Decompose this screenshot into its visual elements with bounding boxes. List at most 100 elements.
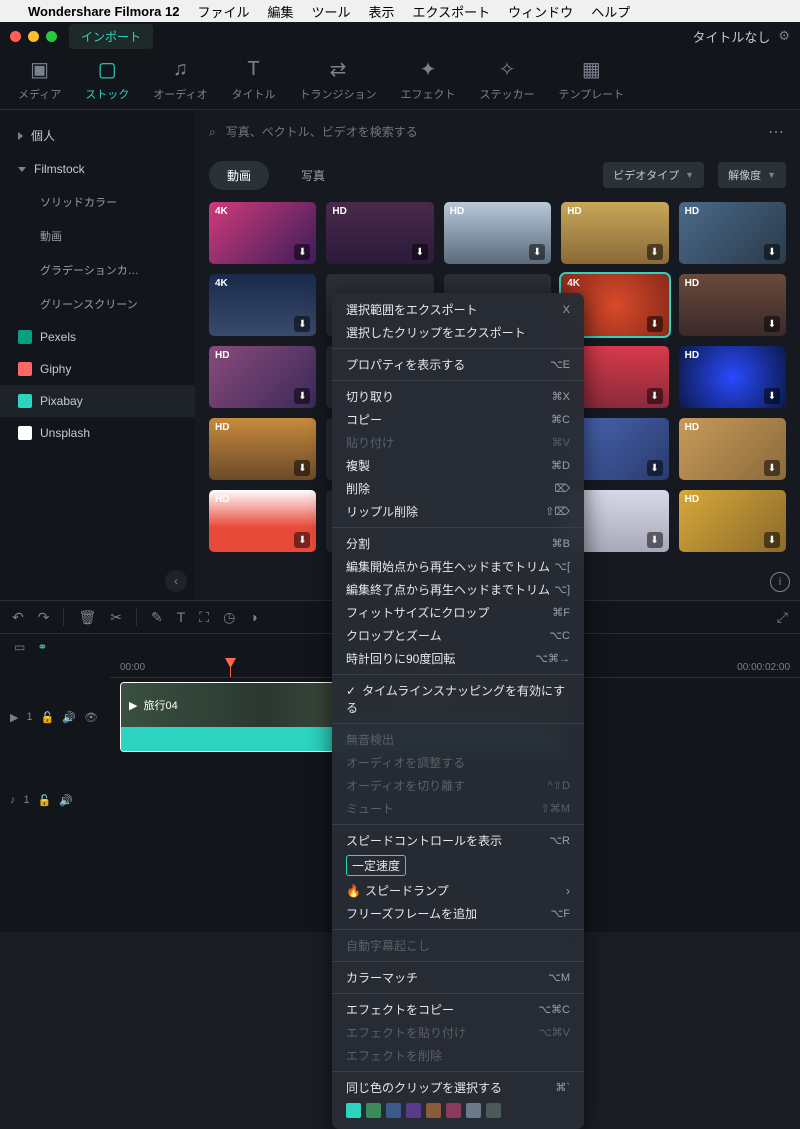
thumbnail[interactable]: HD⬇ xyxy=(679,418,786,480)
expand-icon[interactable]: ⤢ xyxy=(777,609,788,626)
video-type-dropdown[interactable]: ビデオタイプ▼ xyxy=(603,162,704,188)
filter-video-pill[interactable]: 動画 xyxy=(209,161,269,190)
ctx-crop-zoom[interactable]: クロップとズーム⌥C xyxy=(332,624,584,647)
download-icon[interactable]: ⬇ xyxy=(647,532,663,548)
tab-template[interactable]: ▦テンプレート xyxy=(558,58,624,102)
ctx-trim-end[interactable]: 編集終了点から再生ヘッドまでトリム⌥] xyxy=(332,578,584,601)
ctx-uniform-speed[interactable]: 一定速度 xyxy=(332,852,584,879)
playhead[interactable] xyxy=(230,660,231,677)
minimize-window-icon[interactable] xyxy=(28,31,39,42)
undo-icon[interactable]: ↶ xyxy=(12,609,24,626)
mute-icon[interactable]: 🔊 xyxy=(62,711,76,724)
thumbnail[interactable]: HD⬇ xyxy=(679,274,786,336)
text-icon[interactable]: T xyxy=(177,609,186,625)
cut-icon[interactable]: ✂ xyxy=(110,609,122,626)
tab-media[interactable]: ▣メディア xyxy=(18,58,61,102)
menu-view[interactable]: 表示 xyxy=(369,2,395,21)
download-icon[interactable]: ⬇ xyxy=(294,244,310,260)
lock-icon[interactable]: 🔓 xyxy=(41,711,55,724)
speed-icon[interactable]: ◷ xyxy=(223,609,235,626)
color-swatch[interactable] xyxy=(486,1103,501,1118)
thumbnail[interactable]: HD⬇ xyxy=(209,418,316,480)
ctx-same-color[interactable]: 同じ色のクリップを選択する⌘` xyxy=(332,1076,584,1099)
menu-edit[interactable]: 編集 xyxy=(268,2,294,21)
sidebar-filmstock[interactable]: Filmstock xyxy=(0,153,195,185)
ctx-duplicate[interactable]: 複製⌘D xyxy=(332,454,584,477)
thumbnail[interactable]: HD⬇ xyxy=(679,346,786,408)
download-icon[interactable]: ⬇ xyxy=(294,388,310,404)
collapse-sidebar-button[interactable]: ‹ xyxy=(165,570,187,592)
settings-icon[interactable]: ⚙ xyxy=(778,28,790,44)
filter-photo-pill[interactable]: 写真 xyxy=(283,161,343,190)
sidebar-pexels[interactable]: Pexels xyxy=(0,321,195,353)
download-icon[interactable]: ⬇ xyxy=(529,244,545,260)
import-button[interactable]: インポート xyxy=(69,24,153,49)
menu-window[interactable]: ウィンドウ xyxy=(508,2,573,21)
sidebar-sub-greenscreen[interactable]: グリーンスクリーン xyxy=(0,287,195,321)
ctx-crop-fit[interactable]: フィットサイズにクロップ⌘F xyxy=(332,601,584,624)
download-icon[interactable]: ⬇ xyxy=(294,532,310,548)
ctx-ripple-delete[interactable]: リップル削除⇧⌦ xyxy=(332,500,584,523)
thumbnail[interactable]: HD⬇ xyxy=(209,346,316,408)
delete-icon[interactable]: 🗑 xyxy=(78,609,96,626)
ctx-cut[interactable]: 切り取り⌘X xyxy=(332,385,584,408)
color-swatch[interactable] xyxy=(426,1103,441,1118)
download-icon[interactable]: ⬇ xyxy=(764,460,780,476)
download-icon[interactable]: ⬇ xyxy=(647,244,663,260)
thumbnail[interactable]: 4K⬇ xyxy=(209,274,316,336)
download-icon[interactable]: ⬇ xyxy=(764,316,780,332)
tab-effect[interactable]: ✦エフェクト xyxy=(400,58,455,102)
ctx-snapping[interactable]: ✓タイムラインスナッピングを有効にする xyxy=(332,679,584,719)
lock-icon[interactable]: 🔓 xyxy=(38,794,52,807)
menu-file[interactable]: ファイル xyxy=(197,2,249,21)
crop-icon[interactable]: ⛶ xyxy=(199,609,209,626)
menu-tools[interactable]: ツール xyxy=(312,2,351,21)
mute-icon[interactable]: 🔊 xyxy=(59,794,73,807)
ctx-trim-start[interactable]: 編集開始点から再生ヘッドまでトリム⌥[ xyxy=(332,555,584,578)
more-icon[interactable]: ⋯ xyxy=(768,122,786,142)
thumbnail[interactable]: HD⬇ xyxy=(209,490,316,552)
ctx-export-selection[interactable]: 選択範囲をエクスポートX xyxy=(332,298,584,321)
edit-icon[interactable]: ✎ xyxy=(151,609,163,626)
thumbnail[interactable]: HD⬇ xyxy=(679,490,786,552)
resolution-dropdown[interactable]: 解像度▼ xyxy=(718,162,786,188)
thumbnail[interactable]: HD⬇ xyxy=(444,202,551,264)
app-name[interactable]: Wondershare Filmora 12 xyxy=(28,4,179,19)
ctx-rotate[interactable]: 時計回りに90度回転⌥⌘→ xyxy=(332,647,584,670)
menu-help[interactable]: ヘルプ xyxy=(591,2,630,21)
tab-sticker[interactable]: ✧ステッカー xyxy=(479,58,534,102)
color-swatch[interactable] xyxy=(386,1103,401,1118)
sidebar-unsplash[interactable]: Unsplash xyxy=(0,417,195,449)
search-input[interactable] xyxy=(226,125,758,139)
ctx-copy[interactable]: コピー⌘C xyxy=(332,408,584,431)
maximize-window-icon[interactable] xyxy=(46,31,57,42)
download-icon[interactable]: ⬇ xyxy=(647,316,663,332)
ctx-speed-control[interactable]: スピードコントロールを表示⌥R xyxy=(332,829,584,852)
ctx-delete[interactable]: 削除⌦ xyxy=(332,477,584,500)
color-swatch[interactable] xyxy=(346,1103,361,1118)
tab-audio[interactable]: ♫オーディオ xyxy=(153,58,207,102)
ctx-color-match[interactable]: カラーマッチ⌥M xyxy=(332,966,584,989)
ctx-export-clip[interactable]: 選択したクリップをエクスポート xyxy=(332,321,584,344)
tab-title[interactable]: Tタイトル xyxy=(231,58,275,102)
ctx-freeze-frame[interactable]: フリーズフレームを追加⌥F xyxy=(332,902,584,925)
thumbnail[interactable]: HD⬇ xyxy=(326,202,433,264)
info-icon[interactable]: i xyxy=(770,572,790,592)
redo-icon[interactable]: ↷ xyxy=(38,609,50,626)
color-swatch[interactable] xyxy=(446,1103,461,1118)
visibility-icon[interactable]: 👁 xyxy=(84,711,98,724)
download-icon[interactable]: ⬇ xyxy=(764,244,780,260)
ctx-properties[interactable]: プロパティを表示する⌥E xyxy=(332,353,584,376)
download-icon[interactable]: ⬇ xyxy=(412,244,428,260)
thumbnail[interactable]: 4K⬇ xyxy=(209,202,316,264)
download-icon[interactable]: ⬇ xyxy=(764,388,780,404)
download-icon[interactable]: ⬇ xyxy=(294,316,310,332)
sidebar-giphy[interactable]: Giphy xyxy=(0,353,195,385)
download-icon[interactable]: ⬇ xyxy=(647,460,663,476)
ctx-speed-ramp[interactable]: 🔥スピードランプ› xyxy=(332,879,584,902)
sidebar-sub-gradient[interactable]: グラデーションカ… xyxy=(0,253,195,287)
download-icon[interactable]: ⬇ xyxy=(647,388,663,404)
thumbnail[interactable]: HD⬇ xyxy=(561,202,668,264)
color-icon[interactable]: ◑ xyxy=(249,609,257,625)
sidebar-pixabay[interactable]: Pixabay xyxy=(0,385,195,417)
